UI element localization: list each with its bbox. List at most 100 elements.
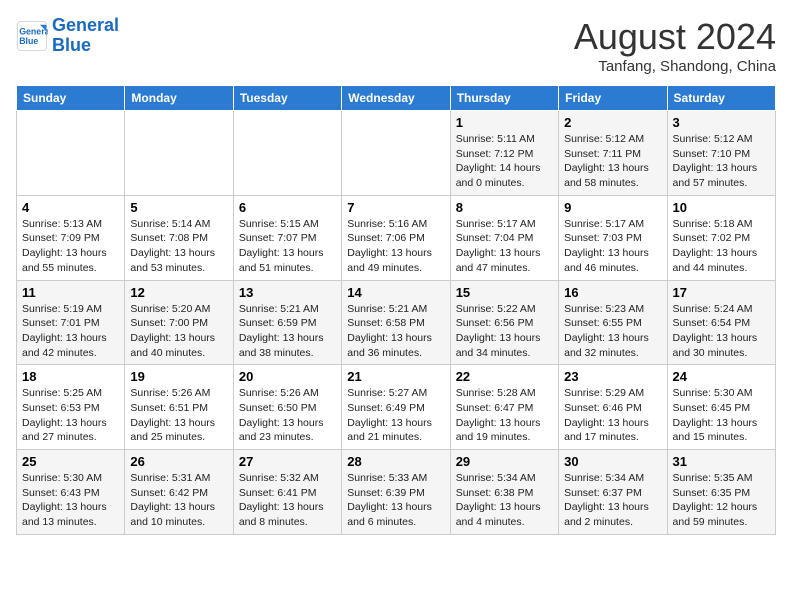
day-number: 4: [22, 200, 119, 215]
day-cell: 29 Sunrise: 5:34 AM Sunset: 6:38 PM Dayli…: [450, 450, 558, 535]
day-cell: 19 Sunrise: 5:26 AM Sunset: 6:51 PM Dayli…: [125, 365, 233, 450]
day-cell: 9 Sunrise: 5:17 AM Sunset: 7:03 PM Daylig…: [559, 195, 667, 280]
calendar-body: 1Sunrise: 5:11 AM Sunset: 7:12 PM Daylig…: [17, 111, 776, 535]
day-cell: 3Sunrise: 5:12 AM Sunset: 7:10 PM Daylig…: [667, 111, 775, 196]
week-row-5: 25 Sunrise: 5:30 AM Sunset: 6:43 PM Dayli…: [17, 450, 776, 535]
day-info: Sunrise: 5:28 AM Sunset: 6:47 PM Dayligh…: [456, 386, 553, 445]
day-number: 28: [347, 454, 444, 469]
day-info: Sunrise: 5:23 AM Sunset: 6:55 PM Dayligh…: [564, 302, 661, 361]
day-number: 14: [347, 285, 444, 300]
day-cell: 14 Sunrise: 5:21 AM Sunset: 6:58 PM Dayli…: [342, 280, 450, 365]
day-info: Sunrise: 5:18 AM Sunset: 7:02 PM Dayligh…: [673, 217, 770, 276]
day-cell: [125, 111, 233, 196]
day-info: Sunrise: 5:26 AM Sunset: 6:51 PM Dayligh…: [130, 386, 227, 445]
day-info: Sunrise: 5:24 AM Sunset: 6:54 PM Dayligh…: [673, 302, 770, 361]
weekday-header-friday: Friday: [559, 86, 667, 111]
weekday-header-wednesday: Wednesday: [342, 86, 450, 111]
day-info: Sunrise: 5:33 AM Sunset: 6:39 PM Dayligh…: [347, 471, 444, 530]
day-info: Sunrise: 5:34 AM Sunset: 6:37 PM Dayligh…: [564, 471, 661, 530]
day-info: Sunrise: 5:30 AM Sunset: 6:43 PM Dayligh…: [22, 471, 119, 530]
day-number: 9: [564, 200, 661, 215]
day-info: Sunrise: 5:27 AM Sunset: 6:49 PM Dayligh…: [347, 386, 444, 445]
day-info: Sunrise: 5:30 AM Sunset: 6:45 PM Dayligh…: [673, 386, 770, 445]
day-number: 1: [456, 115, 553, 130]
day-cell: 15 Sunrise: 5:22 AM Sunset: 6:56 PM Dayli…: [450, 280, 558, 365]
day-info: Sunrise: 5:15 AM Sunset: 7:07 PM Dayligh…: [239, 217, 336, 276]
day-info: Sunrise: 5:17 AM Sunset: 7:03 PM Dayligh…: [564, 217, 661, 276]
logo: General Blue GeneralBlue: [16, 16, 119, 56]
day-number: 10: [673, 200, 770, 215]
day-number: 17: [673, 285, 770, 300]
week-row-2: 4 Sunrise: 5:13 AM Sunset: 7:09 PM Daylig…: [17, 195, 776, 280]
day-number: 29: [456, 454, 553, 469]
day-cell: 11 Sunrise: 5:19 AM Sunset: 7:01 PM Dayli…: [17, 280, 125, 365]
day-cell: 2 Sunrise: 5:12 AM Sunset: 7:11 PM Daylig…: [559, 111, 667, 196]
day-cell: 28 Sunrise: 5:33 AM Sunset: 6:39 PM Dayli…: [342, 450, 450, 535]
day-number: 30: [564, 454, 661, 469]
page-header: General Blue GeneralBlue August 2024 Tan…: [16, 16, 776, 75]
day-cell: 18Sunrise: 5:25 AM Sunset: 6:53 PM Dayli…: [17, 365, 125, 450]
day-number: 23: [564, 369, 661, 384]
day-cell: 27 Sunrise: 5:32 AM Sunset: 6:41 PM Dayli…: [233, 450, 341, 535]
day-info: Sunrise: 5:29 AM Sunset: 6:46 PM Dayligh…: [564, 386, 661, 445]
day-number: 21: [347, 369, 444, 384]
day-number: 8: [456, 200, 553, 215]
day-number: 31: [673, 454, 770, 469]
day-cell: 4 Sunrise: 5:13 AM Sunset: 7:09 PM Daylig…: [17, 195, 125, 280]
day-number: 22: [456, 369, 553, 384]
day-cell: 17 Sunrise: 5:24 AM Sunset: 6:54 PM Dayli…: [667, 280, 775, 365]
day-info: Sunrise: 5:21 AM Sunset: 6:58 PM Dayligh…: [347, 302, 444, 361]
week-row-3: 11 Sunrise: 5:19 AM Sunset: 7:01 PM Dayli…: [17, 280, 776, 365]
day-number: 19: [130, 369, 227, 384]
week-row-1: 1Sunrise: 5:11 AM Sunset: 7:12 PM Daylig…: [17, 111, 776, 196]
day-info: Sunrise: 5:34 AM Sunset: 6:38 PM Dayligh…: [456, 471, 553, 530]
day-number: 26: [130, 454, 227, 469]
weekday-header-sunday: Sunday: [17, 86, 125, 111]
day-cell: 22 Sunrise: 5:28 AM Sunset: 6:47 PM Dayli…: [450, 365, 558, 450]
day-cell: 12Sunrise: 5:20 AM Sunset: 7:00 PM Dayli…: [125, 280, 233, 365]
day-cell: 16 Sunrise: 5:23 AM Sunset: 6:55 PM Dayli…: [559, 280, 667, 365]
weekday-header-tuesday: Tuesday: [233, 86, 341, 111]
day-number: 25: [22, 454, 119, 469]
day-number: 27: [239, 454, 336, 469]
day-info: Sunrise: 5:13 AM Sunset: 7:09 PM Dayligh…: [22, 217, 119, 276]
day-number: 13: [239, 285, 336, 300]
day-number: 11: [22, 285, 119, 300]
day-number: 7: [347, 200, 444, 215]
day-number: 15: [456, 285, 553, 300]
day-number: 16: [564, 285, 661, 300]
day-cell: 21 Sunrise: 5:27 AM Sunset: 6:49 PM Dayli…: [342, 365, 450, 450]
day-info: Sunrise: 5:22 AM Sunset: 6:56 PM Dayligh…: [456, 302, 553, 361]
day-cell: 13 Sunrise: 5:21 AM Sunset: 6:59 PM Dayli…: [233, 280, 341, 365]
day-info: Sunrise: 5:21 AM Sunset: 6:59 PM Dayligh…: [239, 302, 336, 361]
day-cell: [233, 111, 341, 196]
day-cell: 30 Sunrise: 5:34 AM Sunset: 6:37 PM Dayli…: [559, 450, 667, 535]
day-number: 12: [130, 285, 227, 300]
day-cell: 7Sunrise: 5:16 AM Sunset: 7:06 PM Daylig…: [342, 195, 450, 280]
svg-text:Blue: Blue: [19, 36, 38, 46]
day-number: 2: [564, 115, 661, 130]
day-number: 5: [130, 200, 227, 215]
day-number: 20: [239, 369, 336, 384]
day-number: 6: [239, 200, 336, 215]
day-info: Sunrise: 5:17 AM Sunset: 7:04 PM Dayligh…: [456, 217, 553, 276]
day-info: Sunrise: 5:32 AM Sunset: 6:41 PM Dayligh…: [239, 471, 336, 530]
weekday-header-monday: Monday: [125, 86, 233, 111]
weekday-header-saturday: Saturday: [667, 86, 775, 111]
day-cell: 8 Sunrise: 5:17 AM Sunset: 7:04 PM Daylig…: [450, 195, 558, 280]
day-info: Sunrise: 5:35 AM Sunset: 6:35 PM Dayligh…: [673, 471, 770, 530]
weekday-header-row: SundayMondayTuesdayWednesdayThursdayFrid…: [17, 86, 776, 111]
day-cell: 10 Sunrise: 5:18 AM Sunset: 7:02 PM Dayli…: [667, 195, 775, 280]
day-info: Sunrise: 5:19 AM Sunset: 7:01 PM Dayligh…: [22, 302, 119, 361]
title-block: August 2024 Tanfang, Shandong, China: [574, 16, 776, 75]
logo-icon: General Blue: [16, 20, 48, 52]
week-row-4: 18Sunrise: 5:25 AM Sunset: 6:53 PM Dayli…: [17, 365, 776, 450]
day-cell: 23 Sunrise: 5:29 AM Sunset: 6:46 PM Dayli…: [559, 365, 667, 450]
day-info: Sunrise: 5:12 AM Sunset: 7:11 PM Dayligh…: [564, 132, 661, 191]
day-cell: 1Sunrise: 5:11 AM Sunset: 7:12 PM Daylig…: [450, 111, 558, 196]
day-cell: [17, 111, 125, 196]
day-info: Sunrise: 5:25 AM Sunset: 6:53 PM Dayligh…: [22, 386, 119, 445]
month-title: August 2024: [574, 16, 776, 58]
day-info: Sunrise: 5:14 AM Sunset: 7:08 PM Dayligh…: [130, 217, 227, 276]
day-info: Sunrise: 5:26 AM Sunset: 6:50 PM Dayligh…: [239, 386, 336, 445]
